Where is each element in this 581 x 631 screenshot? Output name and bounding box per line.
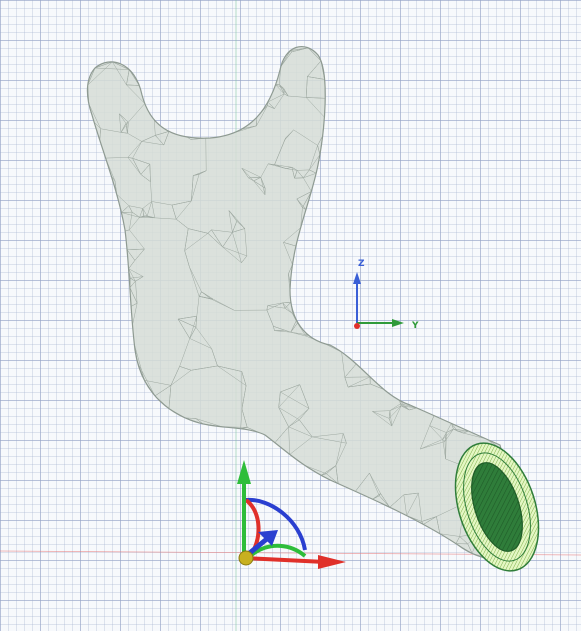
triad-z-arrow — [353, 272, 361, 284]
gizmo-x-axis — [243, 556, 326, 564]
gizmo-center-handle — [238, 550, 254, 566]
gizmo-x-arrow — [318, 555, 346, 569]
gizmo-y-arrow — [237, 460, 251, 484]
view-orientation-triad: Z Y — [353, 259, 419, 331]
triad-y-label: Y — [411, 321, 419, 331]
triad-y-arrow — [392, 319, 404, 327]
scene-canvas[interactable]: Z Y — [0, 0, 581, 631]
triad-origin — [354, 323, 360, 329]
triad-z-label: Z — [358, 259, 365, 269]
3d-viewport[interactable]: Z Y — [0, 0, 581, 631]
